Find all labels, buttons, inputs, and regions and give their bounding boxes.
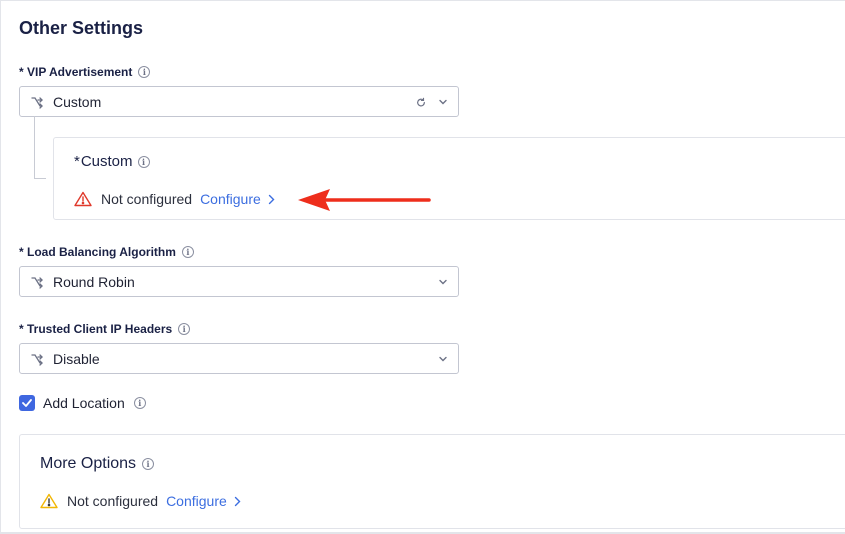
annotation-arrow <box>298 189 431 211</box>
warning-icon <box>74 191 92 207</box>
trusted-headers-label: * Trusted Client IP Headers i <box>19 322 191 336</box>
custom-config-panel: * Custom i Not configured Configure <box>53 137 845 220</box>
trusted-headers-label-text: * Trusted Client IP Headers <box>19 322 173 336</box>
trusted-headers-value: Disable <box>53 350 100 367</box>
load-balancing-select[interactable]: Round Robin <box>19 266 459 297</box>
info-icon[interactable]: i <box>181 246 194 258</box>
more-options-title-text: More Options <box>40 455 137 472</box>
frame-left-border <box>0 0 1 534</box>
chevron-down-icon[interactable] <box>438 354 448 364</box>
custom-configure-link[interactable]: Configure <box>200 191 275 207</box>
info-icon[interactable]: i <box>133 397 146 409</box>
trusted-headers-select[interactable]: Disable <box>19 343 459 374</box>
check-icon <box>22 399 32 407</box>
vip-advertisement-value: Custom <box>53 93 102 110</box>
info-icon[interactable]: i <box>137 155 150 168</box>
chevron-down-icon[interactable] <box>438 97 448 107</box>
frame-top-border <box>0 0 845 1</box>
route-icon <box>30 95 44 109</box>
custom-configure-label: Configure <box>200 191 261 207</box>
more-options-status-text: Not configured <box>67 493 159 509</box>
chevron-down-icon[interactable] <box>438 277 448 287</box>
chevron-right-icon <box>268 194 275 204</box>
more-options-configure-label: Configure <box>166 493 227 509</box>
vip-advertisement-label: * VIP Advertisement i <box>19 65 151 79</box>
info-icon[interactable]: i <box>138 66 151 78</box>
load-balancing-value: Round Robin <box>53 273 135 290</box>
vip-advertisement-select[interactable]: Custom <box>19 86 459 117</box>
tree-connector-vertical <box>34 116 35 179</box>
custom-panel-title: * Custom i <box>74 153 150 170</box>
route-icon <box>30 275 44 289</box>
more-options-title: More Options i <box>40 455 155 473</box>
refresh-icon[interactable] <box>416 97 426 107</box>
load-balancing-label: * Load Balancing Algorithm i <box>19 245 194 259</box>
required-asterisk: * <box>74 153 80 170</box>
custom-status-row: Not configured Configure <box>74 191 275 207</box>
load-balancing-label-text: * Load Balancing Algorithm <box>19 245 176 259</box>
more-options-configure-link[interactable]: Configure <box>166 493 241 509</box>
more-options-panel: More Options i Not configured Configure <box>19 434 845 529</box>
chevron-right-icon <box>234 496 241 506</box>
vip-advertisement-label-text: * VIP Advertisement <box>19 65 133 79</box>
tree-connector-horizontal <box>34 178 46 179</box>
more-options-status-row: Not configured Configure <box>40 493 241 509</box>
route-icon <box>30 352 44 366</box>
custom-status-text: Not configured <box>101 191 193 207</box>
add-location-row[interactable]: Add Location i <box>19 395 146 411</box>
add-location-label: Add Location <box>43 395 125 411</box>
info-icon[interactable]: i <box>178 323 191 335</box>
custom-panel-title-text: Custom <box>80 153 133 170</box>
warning-icon <box>40 493 58 509</box>
section-title: Other Settings <box>19 18 144 38</box>
add-location-checkbox[interactable] <box>19 395 35 411</box>
info-icon[interactable]: i <box>142 458 155 470</box>
